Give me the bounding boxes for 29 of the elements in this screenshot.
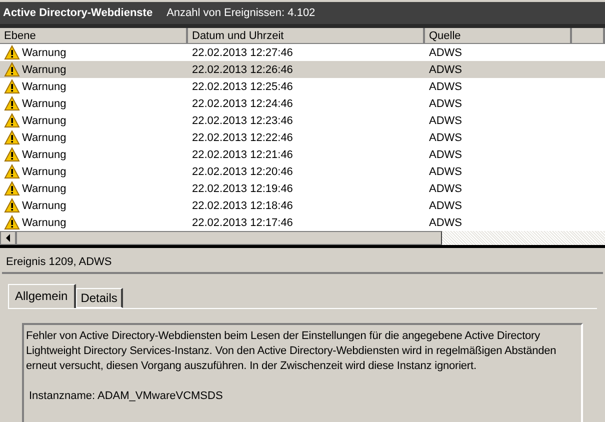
event-count: Anzahl von Ereignissen: 4.102 bbox=[166, 7, 316, 19]
row-highlight bbox=[572, 61, 605, 78]
scroll-left-button[interactable] bbox=[0, 231, 16, 245]
warning-icon bbox=[4, 45, 20, 60]
column-header[interactable]: Ebene bbox=[0, 28, 188, 44]
warning-icon bbox=[4, 113, 20, 128]
warning-icon bbox=[4, 130, 20, 145]
level-cell[interactable]: Warnung bbox=[0, 61, 188, 78]
event-title: Ereignis 1209, ADWS bbox=[2, 248, 603, 274]
left-arrow-icon bbox=[5, 234, 11, 242]
column-header[interactable]: Quelle bbox=[425, 28, 572, 44]
warning-icon bbox=[4, 79, 20, 94]
warning-icon bbox=[4, 62, 20, 77]
warning-icon bbox=[4, 181, 20, 196]
column-header[interactable]: Datum und Uhrzeit bbox=[188, 28, 425, 44]
scroll-thumb[interactable] bbox=[16, 231, 442, 245]
warning-icon bbox=[4, 96, 20, 111]
log-title: Active Directory-Webdienste bbox=[3, 7, 153, 19]
tab[interactable]: Details bbox=[76, 288, 124, 308]
tab[interactable]: Allgemein bbox=[8, 284, 76, 308]
event-message: Fehler von Active Directory-Webdiensten beim Lesen der Einstellungen für die angegebene Active Directory Lightweight Directory Services-Instanz. Von den Active Directory-Webdiensten wird in regelmäßigen Abständen erneut versucht, diesen Vorgang auszuführen. In der Zwischenzeit wird diese Instanz ignoriert. bbox=[26, 329, 558, 374]
warning-icon bbox=[4, 215, 20, 230]
warning-icon bbox=[4, 198, 20, 213]
horizontal-scrollbar[interactable] bbox=[0, 231, 605, 248]
date-cell[interactable]: 22.02.2013 12:26:46 bbox=[188, 61, 425, 78]
source-cell[interactable]: ADWS bbox=[425, 61, 572, 78]
instance-name: Instanzname: ADAM_VMwareVCMSDS bbox=[28, 389, 224, 404]
warning-icon bbox=[4, 147, 20, 162]
warning-icon bbox=[4, 164, 20, 179]
